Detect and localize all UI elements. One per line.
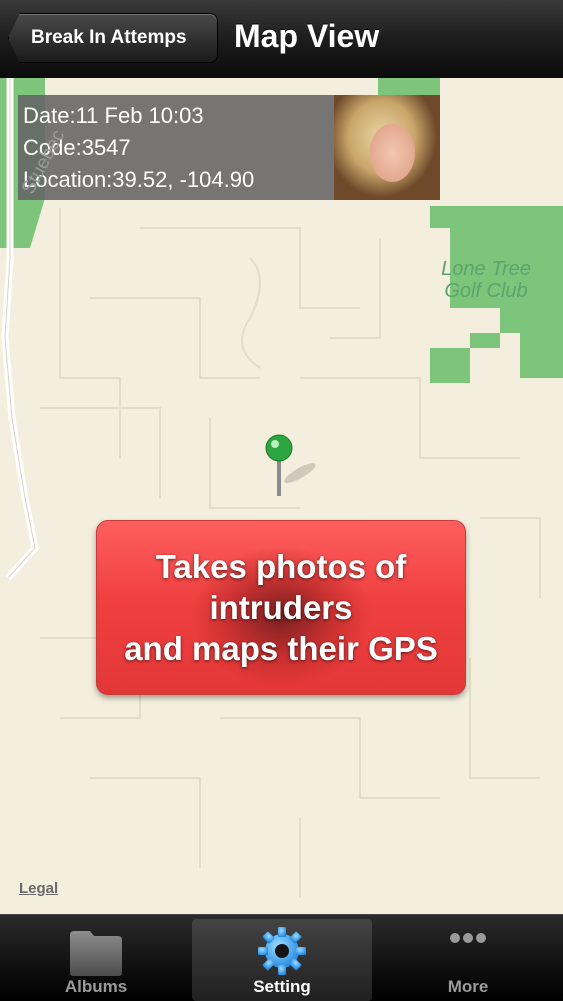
promo-banner: Takes photos of intruders and maps their… [96,520,466,695]
tab-albums[interactable]: Albums [6,919,186,1001]
nav-bar: Break In Attemps Map View [0,0,563,79]
map-background [0,78,563,898]
location-text: Location:39.52, -104.90 [23,167,255,192]
more-icon [450,933,486,943]
intruder-photo[interactable] [334,95,440,200]
legal-link[interactable]: Legal [19,880,58,897]
tab-more-label: More [447,977,489,996]
tab-setting[interactable]: Setting [192,919,372,1001]
tab-albums-label: Albums [64,977,128,996]
map-view[interactable]: Date:11 Feb 10:03 Code:3547 Location:39.… [0,78,563,914]
back-button[interactable]: Break In Attemps [8,13,218,63]
tab-setting-label: Setting [253,977,311,996]
albums-icon [70,931,122,976]
gear-icon [258,927,306,975]
tab-more[interactable]: More [378,919,558,1001]
location-pin[interactable] [265,434,318,496]
page-title: Map View [234,18,380,54]
golf-club-label: Lone Tree Golf Club [441,258,531,302]
attempt-info-panel[interactable]: Date:11 Feb 10:03 Code:3547 Location:39.… [18,95,440,200]
tab-bar: Albums Setting More [0,914,563,1001]
